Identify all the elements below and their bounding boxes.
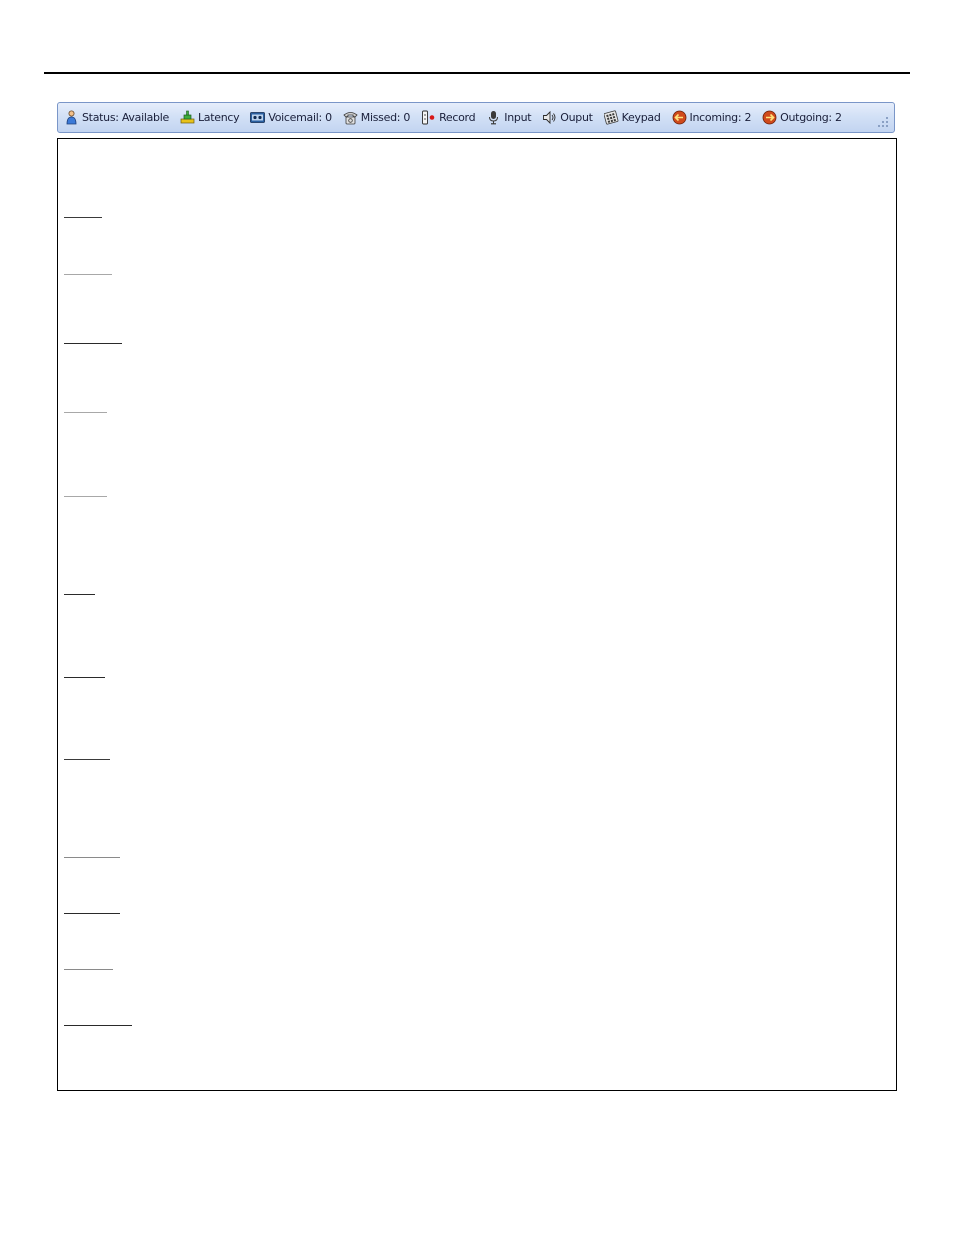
callout-line bbox=[64, 1025, 132, 1026]
missed-label: Missed: 0 bbox=[360, 111, 411, 124]
latency-icon bbox=[180, 110, 195, 125]
keypad-label: Keypad bbox=[621, 111, 661, 124]
missed-item[interactable]: Missed: 0 bbox=[343, 107, 410, 129]
incoming-label: Incoming: 2 bbox=[689, 111, 752, 124]
callout-line bbox=[64, 913, 120, 914]
output-item[interactable]: Ouput bbox=[542, 107, 593, 129]
outgoing-call-icon bbox=[762, 110, 777, 125]
input-item[interactable]: Input bbox=[486, 107, 532, 129]
record-label: Record bbox=[439, 111, 476, 124]
callout-line bbox=[64, 217, 102, 218]
latency-item[interactable]: Latency bbox=[180, 107, 240, 129]
content-panel bbox=[57, 138, 897, 1091]
microphone-icon bbox=[486, 110, 501, 125]
callout-line bbox=[64, 496, 107, 497]
header-rule bbox=[44, 72, 910, 74]
record-icon bbox=[421, 110, 436, 125]
callout-line bbox=[64, 343, 122, 344]
phone-icon bbox=[343, 110, 358, 125]
callout-line bbox=[64, 857, 120, 858]
latency-label: Latency bbox=[197, 111, 240, 124]
callout-line bbox=[64, 274, 112, 275]
speaker-icon bbox=[542, 110, 557, 125]
keypad-icon bbox=[603, 110, 619, 125]
status-label: Status: Available bbox=[82, 111, 169, 124]
voicemail-item[interactable]: Voicemail: 0 bbox=[250, 107, 332, 129]
voicemail-label: Voicemail: 0 bbox=[268, 111, 332, 124]
outgoing-label: Outgoing: 2 bbox=[780, 111, 842, 124]
status-available-item[interactable]: Status: Available bbox=[64, 107, 169, 129]
voicemail-icon bbox=[250, 110, 266, 125]
keypad-item[interactable]: Keypad bbox=[603, 107, 661, 129]
incoming-call-icon bbox=[672, 110, 687, 125]
incoming-item[interactable]: Incoming: 2 bbox=[672, 107, 752, 129]
status-person-icon bbox=[64, 110, 79, 125]
callout-line bbox=[64, 412, 107, 413]
status-bar: Status: Available Latency Voicemail: 0 M… bbox=[57, 102, 895, 133]
callout-line bbox=[64, 969, 113, 970]
record-item[interactable]: Record bbox=[421, 107, 476, 129]
input-label: Input bbox=[504, 111, 532, 124]
callout-line bbox=[64, 759, 110, 760]
output-label: Ouput bbox=[560, 111, 593, 124]
resize-grip-icon[interactable] bbox=[877, 116, 889, 128]
outgoing-item[interactable]: Outgoing: 2 bbox=[762, 107, 842, 129]
callout-line bbox=[64, 594, 95, 595]
callout-line bbox=[64, 677, 105, 678]
